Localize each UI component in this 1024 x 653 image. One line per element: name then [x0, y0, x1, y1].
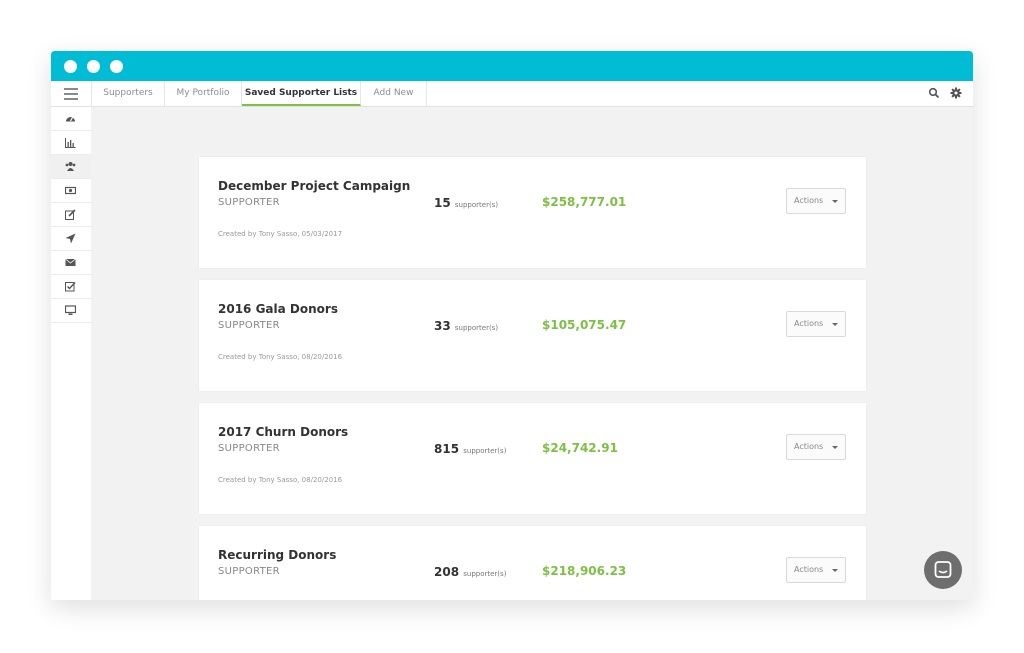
actions-label: Actions	[794, 196, 824, 205]
sidebar-item-reports[interactable]	[51, 131, 91, 155]
actions-dropdown[interactable]: Actions	[786, 434, 846, 460]
saved-list-card[interactable]: 2016 Gala Donors SUPPORTER Created by To…	[199, 280, 866, 391]
caret-down-icon	[832, 446, 838, 449]
supporter-count-label: supporter(s)	[454, 324, 499, 332]
actions-dropdown[interactable]: Actions	[786, 557, 846, 583]
supporter-count-value: 15	[434, 196, 451, 210]
list-type: SUPPORTER	[218, 320, 280, 331]
sidebar-item-campaigns[interactable]	[51, 227, 91, 251]
list-created-by: Created by Tony Sasso, 05/03/2017	[218, 230, 343, 238]
tab-add-new[interactable]: Add New	[361, 81, 427, 106]
checklist-icon	[65, 282, 76, 292]
top-navbar: Supporters My Portfolio Saved Supporter …	[51, 81, 973, 107]
edit-icon	[65, 209, 76, 220]
bar-chart-icon	[65, 138, 76, 148]
list-title[interactable]: Recurring Donors	[218, 548, 336, 562]
supporter-count-label: supporter(s)	[463, 447, 507, 455]
sidebar-item-forms[interactable]	[51, 203, 91, 227]
send-icon	[65, 233, 76, 244]
supporter-count-value: 815	[434, 442, 460, 456]
sidebar	[51, 107, 91, 600]
list-title[interactable]: December Project Campaign	[218, 179, 410, 193]
list-total-amount: $218,906.23	[542, 564, 627, 578]
envelope-icon	[65, 258, 76, 266]
actions-dropdown[interactable]: Actions	[786, 188, 846, 214]
monitor-icon	[65, 305, 76, 315]
window-close-dot[interactable]	[64, 60, 77, 73]
users-icon	[65, 162, 76, 171]
menu-icon[interactable]	[51, 81, 92, 106]
dashboard-icon	[66, 117, 75, 122]
list-title[interactable]: 2016 Gala Donors	[218, 302, 338, 316]
supporter-count: 208 supporter(s)	[434, 565, 506, 579]
sidebar-item-display[interactable]	[51, 299, 91, 323]
supporter-count: 815 supporter(s)	[434, 442, 506, 456]
saved-list-card[interactable]: Recurring Donors SUPPORTER 208 supporter…	[199, 526, 866, 600]
list-total-amount: $24,742.91	[542, 441, 618, 455]
actions-label: Actions	[794, 565, 824, 574]
actions-label: Actions	[794, 319, 824, 328]
caret-down-icon	[832, 200, 838, 203]
window-titlebar	[51, 51, 973, 81]
chat-icon	[934, 561, 952, 578]
list-total-amount: $105,075.47	[542, 318, 627, 332]
actions-label: Actions	[794, 442, 824, 451]
search-icon[interactable]	[928, 87, 940, 99]
sidebar-item-supporters[interactable]	[51, 155, 91, 179]
sidebar-item-tasks[interactable]	[51, 275, 91, 299]
gear-icon[interactable]	[950, 87, 962, 99]
window-maximize-dot[interactable]	[110, 60, 123, 73]
supporter-count-label: supporter(s)	[454, 201, 499, 209]
app-window: Supporters My Portfolio Saved Supporter …	[51, 51, 973, 600]
supporter-count: 33 supporter(s)	[434, 319, 498, 333]
list-type: SUPPORTER	[218, 443, 280, 454]
chat-launcher-button[interactable]	[924, 551, 962, 589]
sidebar-item-donations[interactable]	[51, 179, 91, 203]
list-created-by: Created by Tony Sasso, 08/20/2016	[218, 353, 343, 361]
supporter-count-label: supporter(s)	[463, 570, 507, 578]
list-type: SUPPORTER	[218, 197, 280, 208]
sidebar-item-messages[interactable]	[51, 251, 91, 275]
money-icon	[65, 186, 76, 195]
tab-my-portfolio[interactable]: My Portfolio	[165, 81, 242, 106]
supporter-count: 15 supporter(s)	[434, 196, 498, 210]
caret-down-icon	[832, 569, 838, 572]
supporter-count-value: 33	[434, 319, 451, 333]
window-minimize-dot[interactable]	[87, 60, 100, 73]
list-type: SUPPORTER	[218, 566, 280, 577]
saved-list-card[interactable]: December Project Campaign SUPPORTER Crea…	[199, 157, 866, 268]
sidebar-item-dashboard[interactable]	[51, 107, 91, 131]
tab-supporters[interactable]: Supporters	[92, 81, 165, 106]
supporter-count-value: 208	[434, 565, 460, 579]
actions-dropdown[interactable]: Actions	[786, 311, 846, 337]
list-title[interactable]: 2017 Churn Donors	[218, 425, 348, 439]
caret-down-icon	[832, 323, 838, 326]
list-total-amount: $258,777.01	[542, 195, 627, 209]
list-created-by: Created by Tony Sasso, 08/20/2016	[218, 476, 343, 484]
saved-list-card[interactable]: 2017 Churn Donors SUPPORTER Created by T…	[199, 403, 866, 514]
tab-saved-supporter-lists[interactable]: Saved Supporter Lists	[242, 81, 361, 106]
